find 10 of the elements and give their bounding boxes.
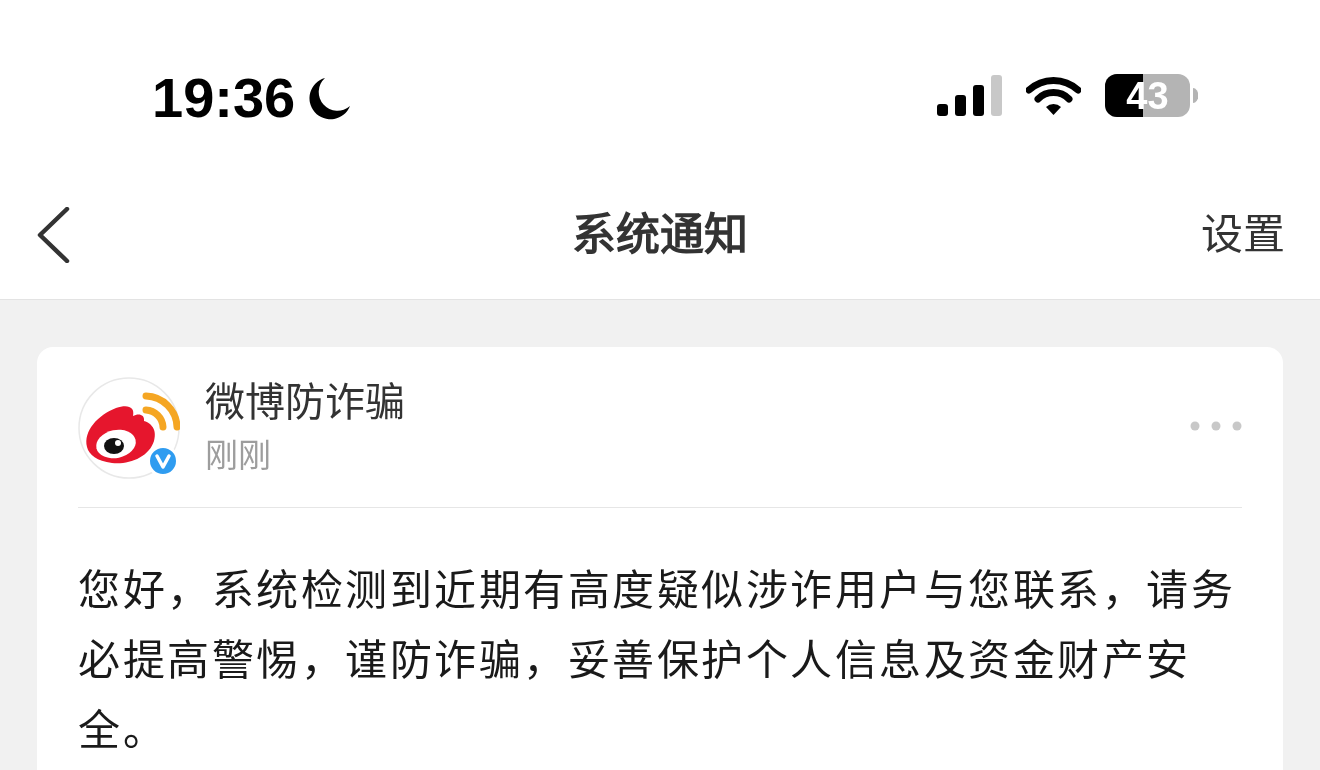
signal-icon	[937, 75, 1002, 116]
sender-name: 微博防诈骗	[205, 378, 405, 426]
wifi-icon	[1026, 76, 1081, 115]
status-time: 19:36	[152, 70, 296, 126]
notification-time: 刚刚	[205, 436, 271, 476]
moon-icon	[308, 76, 353, 120]
notification-message: 您好，系统检测到近期有高度疑似涉诈用户与您联系，请务必提高警惕，谨防诈骗，妥善保护个人信息及资金财产安全。	[78, 565, 1236, 757]
settings-link[interactable]: 设置	[1201, 206, 1285, 263]
back-icon[interactable]	[36, 206, 70, 263]
page-title: 系统通知	[572, 207, 748, 262]
